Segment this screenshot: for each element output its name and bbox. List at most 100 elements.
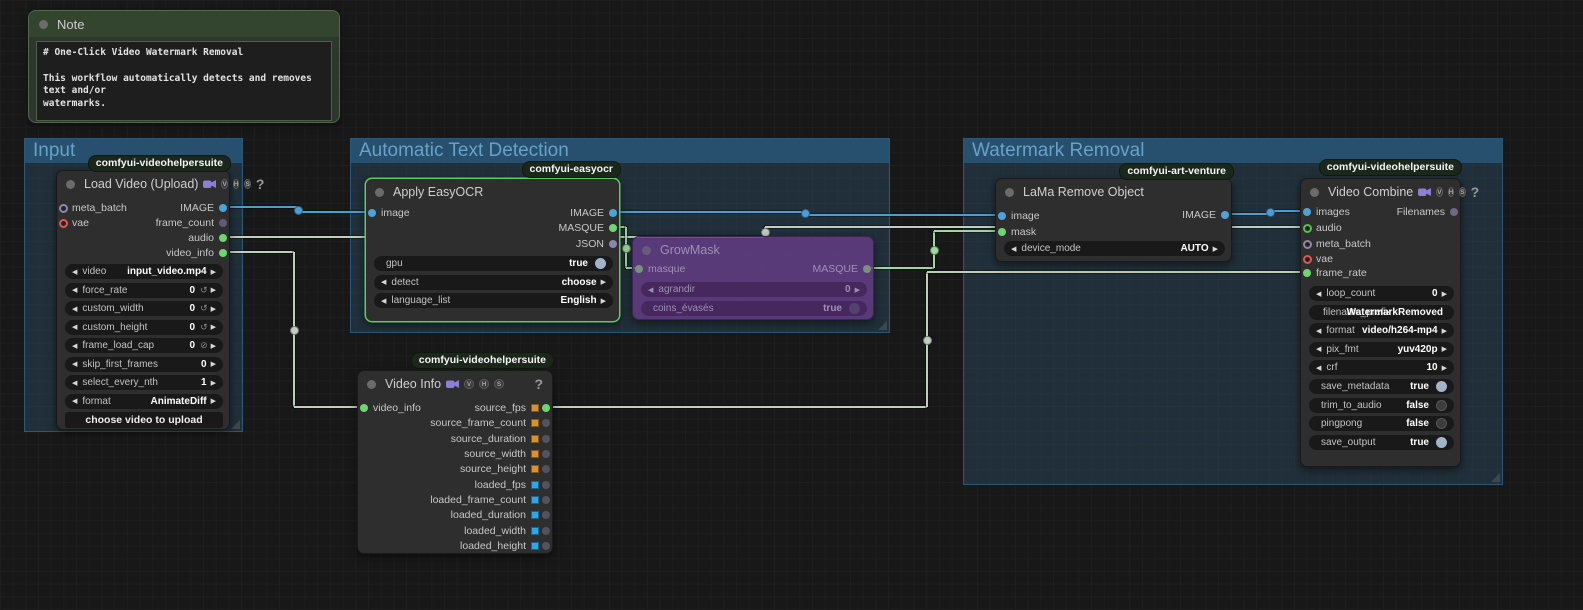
slot-out-Filenames-dot[interactable]: [1450, 208, 1458, 216]
increment-arrow-icon[interactable]: ▶: [211, 305, 216, 313]
widget-crf[interactable]: ◀ crf 10 ▶: [1309, 360, 1454, 376]
widget-custom_height[interactable]: ◀ custom_height 0 ↺ ▶: [65, 319, 223, 335]
node-lama-remove-object[interactable]: LaMa Remove Object image mask IMAGE ◀ device_…: [995, 178, 1232, 262]
toggle-save_metadata[interactable]: [1436, 381, 1447, 392]
node-apply-easyocr-titlebar[interactable]: Apply EasyOCR: [366, 179, 619, 205]
group-text-detection-titlebar[interactable]: Automatic Text Detection: [351, 139, 889, 163]
widget-filename_prefix[interactable]: filename_prefix WatermarkRemoved: [1309, 304, 1454, 320]
increment-arrow-icon[interactable]: ▶: [211, 342, 216, 350]
node-collapse-dot[interactable]: [1005, 187, 1014, 197]
slot-out-video_info-dot[interactable]: [219, 249, 227, 257]
widget-pingpong[interactable]: pingpong false: [1309, 416, 1454, 432]
help-icon[interactable]: ?: [1471, 184, 1480, 200]
increment-arrow-icon[interactable]: ▶: [1442, 290, 1447, 298]
decrement-arrow-icon[interactable]: ◀: [72, 360, 77, 368]
widget-pix_fmt[interactable]: ◀ pix_fmt yuv420p ▶: [1309, 341, 1454, 357]
toggle-trim_to_audio[interactable]: [1436, 399, 1447, 411]
increment-arrow-icon[interactable]: ▶: [211, 268, 216, 276]
increment-arrow-icon[interactable]: ▶: [1442, 327, 1447, 335]
decrement-arrow-icon[interactable]: ◀: [72, 379, 77, 387]
slot-in-audio-dot[interactable]: [1303, 223, 1312, 233]
widget-format[interactable]: ◀ format video/h264-mp4 ▶: [1309, 323, 1454, 339]
node-apply-easyocr[interactable]: Apply EasyOCR image IMAGE MASQUE JSON gpu true…: [365, 178, 620, 322]
decrement-arrow-icon[interactable]: ◀: [72, 342, 77, 350]
note-titlebar[interactable]: Note: [29, 11, 339, 37]
slot-out-IMAGE-dot[interactable]: [1221, 211, 1229, 219]
slot-in-vae-dot[interactable]: [1303, 254, 1312, 264]
slot-in-meta_batch-dot[interactable]: [59, 203, 68, 213]
slot-out-loaded_frame_count-dot[interactable]: [542, 496, 550, 504]
note-text[interactable]: # One-Click Video Watermark Removal This…: [36, 41, 332, 121]
widget-device_mode[interactable]: ◀ device_mode AUTO ▶: [1004, 241, 1225, 256]
increment-arrow-icon[interactable]: ▶: [855, 286, 860, 294]
decrement-arrow-icon[interactable]: ◀: [381, 297, 386, 305]
slot-in-video_info-dot[interactable]: [360, 404, 368, 412]
widget-loop_count[interactable]: ◀ loop_count 0 ▶: [1309, 286, 1454, 301]
increment-arrow-icon[interactable]: ▶: [211, 286, 216, 294]
slot-in-images-dot[interactable]: [1303, 208, 1311, 216]
slot-out-audio-dot[interactable]: [219, 234, 227, 242]
widget-video[interactable]: ◀ video input_video.mp4 ▶: [65, 264, 223, 279]
widget-trim_to_audio[interactable]: trim_to_audio false: [1309, 397, 1454, 413]
widget-save_output[interactable]: save_output true: [1309, 434, 1454, 450]
slot-out-MASQUE-dot[interactable]: [863, 265, 871, 273]
decrement-arrow-icon[interactable]: ◀: [1011, 245, 1016, 253]
widget-agrandir[interactable]: ◀ agrandir 0 ▶: [641, 282, 867, 297]
widget-format[interactable]: ◀ format AnimateDiff ▶: [65, 393, 223, 409]
decrement-arrow-icon[interactable]: ◀: [72, 286, 77, 294]
node-load-video-titlebar[interactable]: Load Video (Upload) V H S?: [57, 171, 264, 197]
slot-out-loaded_duration-dot[interactable]: [542, 511, 550, 519]
slot-out-loaded_width-dot[interactable]: [542, 527, 550, 535]
toggle-gpu[interactable]: [595, 258, 606, 269]
widget-custom_width[interactable]: ◀ custom_width 0 ↺ ▶: [65, 301, 223, 316]
decrement-arrow-icon[interactable]: ◀: [72, 397, 77, 405]
widget-select_every_nth[interactable]: ◀ select_every_nth 1 ▶: [65, 375, 223, 390]
widget-force_rate[interactable]: ◀ force_rate 0 ↺ ▶: [65, 282, 223, 298]
decrement-arrow-icon[interactable]: ◀: [1316, 364, 1321, 372]
slot-out-frame_count-dot[interactable]: [219, 219, 227, 227]
node-video-info[interactable]: Video Info V H S? video_info source_fps source…: [357, 370, 553, 554]
increment-arrow-icon[interactable]: ▶: [601, 297, 606, 305]
slot-out-loaded_fps-dot[interactable]: [542, 481, 550, 489]
increment-arrow-icon[interactable]: ▶: [1442, 345, 1447, 353]
node-video-combine[interactable]: Video Combine V H S? images audio meta_batch va…: [1300, 178, 1479, 467]
slot-out-JSON-dot[interactable]: [609, 240, 617, 248]
node-load-video[interactable]: Load Video (Upload) V H S? meta_batch vae IMAG…: [56, 170, 264, 430]
note-node[interactable]: Note # One-Click Video Watermark Removal…: [28, 10, 340, 123]
node-collapse-dot[interactable]: [367, 379, 376, 389]
decrement-arrow-icon[interactable]: ◀: [72, 323, 77, 331]
widget-coins_évasés[interactable]: coins_évasés true: [641, 300, 867, 316]
slot-in-meta_batch-dot[interactable]: [1303, 239, 1312, 249]
slot-in-mask-dot[interactable]: [998, 228, 1006, 236]
slot-out-loaded_height-dot[interactable]: [542, 542, 550, 550]
node-growmask-titlebar[interactable]: GrowMask: [633, 237, 873, 263]
decrement-arrow-icon[interactable]: ◀: [1316, 290, 1321, 298]
slot-out-source_frame_count-dot[interactable]: [542, 419, 550, 427]
toggle-save_output[interactable]: [1436, 436, 1447, 448]
node-collapse-dot[interactable]: [1310, 187, 1319, 197]
widget-save_metadata[interactable]: save_metadata true: [1309, 379, 1454, 394]
node-growmask[interactable]: GrowMask masque MASQUE ◀ agrandir 0 ▶ coins_éva…: [632, 236, 874, 320]
toggle-pingpong[interactable]: [1436, 418, 1447, 430]
node-collapse-dot[interactable]: [66, 179, 75, 189]
slot-out-MASQUE-dot[interactable]: [609, 224, 617, 232]
slot-in-masque-dot[interactable]: [635, 265, 643, 273]
increment-arrow-icon[interactable]: ▶: [211, 379, 216, 387]
help-icon[interactable]: ?: [534, 376, 543, 392]
help-icon[interactable]: ?: [256, 176, 265, 192]
slot-in-vae-dot[interactable]: [59, 218, 68, 228]
increment-arrow-icon[interactable]: ▶: [211, 323, 216, 331]
toggle-coins_évasés[interactable]: [849, 302, 860, 314]
increment-arrow-icon[interactable]: ▶: [601, 278, 606, 286]
increment-arrow-icon[interactable]: ▶: [1213, 245, 1218, 253]
increment-arrow-icon[interactable]: ▶: [211, 397, 216, 405]
slot-in-image-dot[interactable]: [998, 212, 1006, 220]
slot-in-frame_rate-dot[interactable]: [1303, 269, 1311, 277]
slot-out-IMAGE-dot[interactable]: [609, 209, 617, 217]
slot-out-source_duration-dot[interactable]: [542, 435, 550, 443]
increment-arrow-icon[interactable]: ▶: [211, 360, 216, 368]
increment-arrow-icon[interactable]: ▶: [1442, 364, 1447, 372]
slot-out-source_width-dot[interactable]: [542, 450, 550, 458]
slot-in-image-dot[interactable]: [368, 209, 376, 217]
decrement-arrow-icon[interactable]: ◀: [381, 278, 386, 286]
